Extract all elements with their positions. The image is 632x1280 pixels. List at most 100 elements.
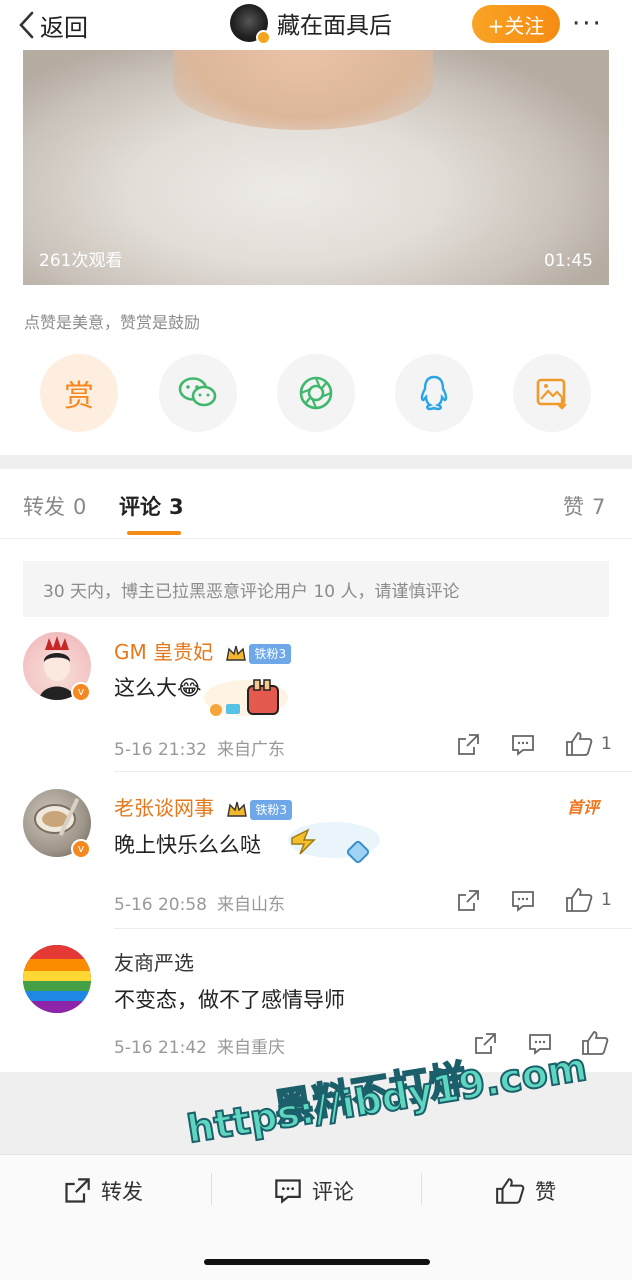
author-info[interactable]: 藏在面具后 — [230, 4, 392, 45]
share-row: 赏 — [0, 354, 632, 434]
verified-badge-icon: v — [71, 839, 91, 859]
comment-icon — [512, 735, 534, 756]
tab-like[interactable]: 赞7 — [563, 491, 605, 521]
tab-comment-label: 评论 — [119, 495, 161, 519]
reward-tip: 点赞是美意，赞赏是鼓励 — [24, 313, 201, 332]
thumbs-up-icon — [566, 888, 593, 912]
comment-time: 5-16 20:58 — [114, 895, 207, 915]
reward-button[interactable]: 赏 — [40, 354, 118, 432]
share-out-icon — [458, 890, 479, 911]
verified-badge-icon: v — [71, 682, 91, 702]
view-count: 261次观看 — [39, 251, 123, 271]
qq-icon — [420, 375, 448, 411]
comment-text: 这么大😂 — [114, 676, 202, 700]
thumbs-up-icon — [582, 1031, 609, 1055]
comment-divider — [114, 771, 632, 772]
share-out-icon — [65, 1178, 90, 1203]
comment-like-button[interactable]: 1 — [565, 731, 612, 757]
comment-notice: 30 天内，博主已拉黑恶意评论用户 10 人，请谨慎评论 — [23, 561, 609, 617]
comment-time: 5-16 21:32 — [114, 740, 207, 760]
commenter-name[interactable]: 友商严选 — [114, 947, 194, 976]
video-player[interactable]: 261次观看 01:45 — [23, 50, 609, 285]
moments-icon — [299, 376, 333, 410]
bar-divider — [211, 1173, 212, 1205]
verified-badge-icon — [256, 30, 271, 45]
fan-badge[interactable]: 铁粉3 — [249, 643, 292, 664]
follow-button[interactable]: +关注 — [472, 5, 560, 43]
avatar-rainbow — [23, 945, 91, 1013]
qq-share-button[interactable] — [395, 354, 473, 432]
video-frame — [173, 50, 433, 130]
tab-repost[interactable]: 转发 0 — [23, 491, 86, 521]
commenter-avatar[interactable] — [23, 945, 91, 1013]
comment-text: 晚上快乐么么哒 — [114, 833, 261, 857]
share-out-icon — [475, 1033, 496, 1054]
wechat-icon — [178, 377, 217, 407]
comment-divider — [114, 928, 632, 929]
author-avatar[interactable] — [230, 4, 271, 45]
like-label: 赞 — [535, 1180, 556, 1204]
tab-comment[interactable]: 评论 3 — [119, 491, 184, 521]
comment-button[interactable]: 评论 — [274, 1173, 354, 1209]
back-button[interactable]: 返回 — [18, 8, 88, 42]
sticker-icon — [288, 822, 380, 864]
comment-repost-button[interactable] — [456, 733, 480, 757]
fan-badge[interactable]: 铁粉3 — [250, 799, 292, 820]
repost-button[interactable]: 转发 — [63, 1173, 143, 1209]
comment-meta: 5-16 20:58 来自山东 — [114, 890, 285, 915]
first-comment-tag: 首评 — [567, 798, 600, 817]
comment-location: 来自重庆 — [216, 1038, 285, 1058]
tab-repost-label: 转发 — [23, 495, 65, 519]
video-duration: 01:45 — [544, 251, 593, 271]
bottom-action-bar: 转发 评论 赞 — [0, 1154, 632, 1280]
commenter-name-text: 老张谈网事 — [114, 796, 214, 820]
tab-active-indicator — [127, 531, 181, 535]
bar-divider — [421, 1173, 422, 1205]
commenter-name-text: GM 皇贵妃 — [114, 640, 214, 664]
wechat-share-button[interactable] — [159, 354, 237, 432]
comment-like-count: 1 — [601, 734, 612, 754]
reward-label: 赏 — [64, 379, 94, 414]
thumbs-up-icon — [496, 1178, 525, 1204]
repost-label: 转发 — [101, 1180, 143, 1204]
interaction-tabs: 转发 0 评论 3 赞7 — [0, 469, 632, 539]
comment-time: 5-16 21:42 — [114, 1038, 207, 1058]
comment-icon — [512, 891, 534, 912]
commenter-name[interactable]: GM 皇贵妃 铁粉3 — [114, 636, 292, 665]
comment-like-count: 1 — [601, 890, 612, 910]
crown-icon — [227, 801, 248, 817]
section-divider — [0, 455, 632, 469]
comment-like-button[interactable] — [581, 1030, 609, 1056]
like-button[interactable]: 赞 — [495, 1173, 556, 1209]
commenter-name[interactable]: 老张谈网事 铁粉3 — [114, 792, 292, 821]
save-image-icon — [536, 378, 567, 410]
tab-like-label: 赞 — [563, 495, 584, 519]
crown-icon — [226, 645, 247, 661]
comment-reply-button[interactable] — [511, 733, 535, 757]
author-name[interactable]: 藏在面具后 — [277, 6, 392, 40]
comment-location: 来自山东 — [216, 895, 285, 915]
save-image-button[interactable] — [513, 354, 591, 432]
tab-like-count: 7 — [592, 495, 606, 519]
comment-icon — [275, 1179, 301, 1204]
comment-location: 来自广东 — [216, 740, 285, 760]
comment-text: 不变态，做不了感情导师 — [114, 988, 345, 1012]
comment-reply-button[interactable] — [511, 889, 535, 913]
sticker-icon — [204, 679, 288, 716]
tab-comment-count: 3 — [169, 495, 184, 519]
share-out-icon — [458, 734, 479, 755]
top-bar: 返回 藏在面具后 +关注 ··· — [0, 0, 632, 50]
comment-repost-button[interactable] — [456, 889, 480, 913]
comment-label: 评论 — [312, 1180, 354, 1204]
chevron-left-icon — [19, 11, 34, 39]
back-label: 返回 — [40, 13, 88, 42]
more-icon[interactable]: ··· — [572, 9, 612, 39]
comment-repost-button[interactable] — [473, 1032, 497, 1056]
comment-meta: 5-16 21:42 来自重庆 — [114, 1033, 285, 1058]
comment-like-button[interactable]: 1 — [565, 887, 612, 913]
thumbs-up-icon — [566, 732, 593, 756]
home-indicator — [204, 1259, 430, 1265]
moments-share-button[interactable] — [277, 354, 355, 432]
tab-repost-count: 0 — [73, 495, 87, 519]
comment-meta: 5-16 21:32 来自广东 — [114, 735, 285, 760]
